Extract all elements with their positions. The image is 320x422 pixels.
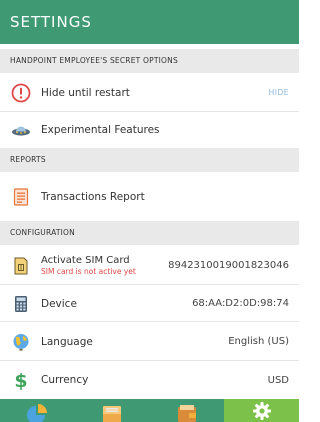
language-row[interactable]: Language English (US) [0,323,299,361]
alert-icon [11,83,31,103]
experimental-features-label: Experimental Features [41,124,160,136]
device-label: Device [41,297,77,310]
report-icon [11,187,31,207]
tab-transactions[interactable] [75,399,150,422]
page-title: SETTINGS [0,0,299,44]
tab-settings[interactable] [224,399,299,422]
ufo-icon [11,120,31,140]
experimental-features-row[interactable]: Experimental Features [0,112,299,148]
gear-icon [252,401,272,421]
sim-number-value: 8942310019001823046 [168,260,289,271]
section-header-secret-options: HANDPOINT EMPLOYEE'S SECRET OPTIONS [0,49,299,73]
sim-card-icon [11,256,31,276]
device-mac-value: 68:AA:D2:0D:98:74 [192,298,289,309]
svg-text:$: $ [14,370,27,390]
pie-chart-icon [25,402,49,422]
bottom-tab-bar [0,399,299,422]
hide-button[interactable]: HIDE [269,88,289,97]
currency-row[interactable]: $ Currency USD [0,362,299,398]
receipt-icon [99,404,125,422]
dollar-icon: $ [11,370,31,390]
tab-dashboard[interactable] [0,399,75,422]
activate-sim-row[interactable]: Activate SIM Card SIM card is not active… [0,247,299,285]
currency-label: Currency [41,374,89,386]
hide-until-restart-row[interactable]: Hide until restart HIDE [0,74,299,112]
hide-until-restart-label: Hide until restart [41,86,130,99]
sim-status-warning: SIM card is not active yet [41,267,136,276]
language-value: English (US) [228,336,289,347]
calculator-icon [11,294,31,314]
activate-sim-label: Activate SIM Card [41,255,130,266]
transactions-report-row[interactable]: Transactions Report [0,177,299,217]
wallet-icon [174,404,200,422]
section-header-configuration: CONFIGURATION [0,221,299,245]
transactions-report-label: Transactions Report [41,191,145,203]
currency-value: USD [267,374,289,386]
device-row[interactable]: Device 68:AA:D2:0D:98:74 [0,286,299,322]
tab-wallet[interactable] [150,399,225,422]
language-label: Language [41,335,93,348]
globe-icon [11,332,31,352]
section-header-reports: REPORTS [0,148,299,172]
